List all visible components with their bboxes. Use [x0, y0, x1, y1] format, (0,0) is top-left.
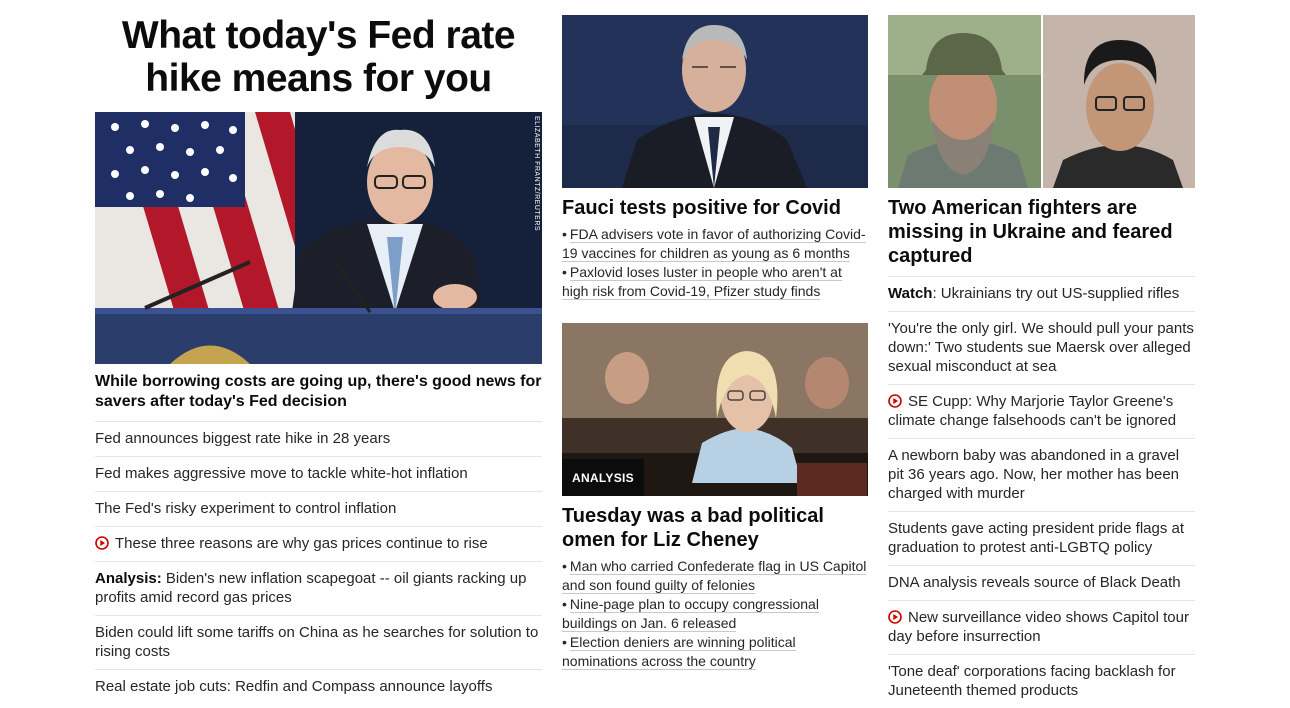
video-play-icon [888, 610, 902, 624]
list-item-link[interactable]: Real estate job cuts: Redfin and Compass… [95, 678, 492, 695]
cheney-related-links: • Man who carried Confederate flag in US … [562, 557, 868, 671]
bullet-dot: • [562, 596, 567, 612]
column-secondary-stories: Fauci tests positive for Covid • FDA advi… [562, 0, 868, 671]
list-item-link[interactable]: Biden could lift some tariffs on China a… [95, 624, 538, 660]
list-item[interactable]: SE Cupp: Why Marjorie Taylor Greene's cl… [888, 385, 1195, 439]
list-item-link[interactable]: New surveillance video shows Capitol tou… [888, 609, 1189, 645]
list-item-text: New surveillance video shows Capitol tou… [888, 609, 1189, 645]
list-item[interactable]: Biden could lift some tariffs on China a… [95, 616, 542, 670]
list-item-link[interactable]: Analysis: Biden's new inflation scapegoa… [95, 570, 526, 606]
hero-photo-image [95, 112, 542, 364]
bullet-dot: • [562, 264, 567, 280]
photo-credit: ELIZABETH FRANTZ/REUTERS [533, 116, 540, 232]
bullet-link[interactable]: Election deniers are winning political n… [562, 634, 796, 670]
fighters-photo[interactable] [888, 15, 1195, 188]
list-item-prefix: Analysis: [95, 570, 162, 587]
list-item[interactable]: 'You're the only girl. We should pull yo… [888, 312, 1195, 385]
list-item-link[interactable]: Students gave acting president pride fla… [888, 520, 1184, 556]
bullet-item[interactable]: • Election deniers are winning political … [562, 633, 868, 671]
list-item[interactable]: Analysis: Biden's new inflation scapegoa… [95, 562, 542, 616]
list-item-text: These three reasons are why gas prices c… [115, 535, 488, 552]
list-item[interactable]: Students gave acting president pride fla… [888, 512, 1195, 566]
list-item-text: : Ukrainians try out US-supplied rifles [932, 285, 1180, 302]
bullet-link[interactable]: Man who carried Confederate flag in US C… [562, 558, 867, 594]
list-item-link[interactable]: 'Tone deaf' corporations facing backlash… [888, 663, 1176, 699]
list-item[interactable]: A newborn baby was abandoned in a gravel… [888, 439, 1195, 512]
list-item-link[interactable]: A newborn baby was abandoned in a gravel… [888, 447, 1179, 502]
cheney-photo[interactable]: ANALYSIS [562, 323, 868, 496]
video-play-icon [95, 536, 109, 550]
bullet-link[interactable]: Nine-page plan to occupy congressional b… [562, 596, 819, 632]
list-item-prefix: Watch [888, 285, 933, 302]
list-item-link[interactable]: These three reasons are why gas prices c… [95, 535, 488, 552]
fauci-photo-image [562, 15, 868, 188]
list-item-link[interactable]: Fed announces biggest rate hike in 28 ye… [95, 430, 390, 447]
third-column-links: Watch: Ukrainians try out US-supplied ri… [888, 276, 1195, 708]
list-item[interactable]: New surveillance video shows Capitol tou… [888, 601, 1195, 655]
list-item-text: SE Cupp: Why Marjorie Taylor Greene's cl… [888, 393, 1177, 429]
main-headline-link[interactable]: What today's Fed rate hike means for you [122, 14, 516, 100]
list-item-link[interactable]: The Fed's risky experiment to control in… [95, 500, 396, 517]
list-item-link[interactable]: SE Cupp: Why Marjorie Taylor Greene's cl… [888, 393, 1176, 429]
fauci-photo[interactable] [562, 15, 868, 188]
list-item-link[interactable]: Fed makes aggressive move to tackle whit… [95, 465, 468, 482]
list-item[interactable]: Fed makes aggressive move to tackle whit… [95, 457, 542, 492]
bullet-item[interactable]: • Nine-page plan to occupy congressional … [562, 595, 868, 633]
bullet-dot: • [562, 634, 567, 650]
list-item[interactable]: 'Tone deaf' corporations facing backlash… [888, 655, 1195, 708]
list-item-link[interactable]: Watch: Ukrainians try out US-supplied ri… [888, 285, 1179, 302]
bullet-link[interactable]: Paxlovid loses luster in people who aren… [562, 264, 842, 300]
list-item[interactable]: DNA analysis reveals source of Black Dea… [888, 566, 1195, 601]
list-item-link[interactable]: 'You're the only girl. We should pull yo… [888, 320, 1194, 375]
bullet-item[interactable]: • Paxlovid loses luster in people who are… [562, 263, 868, 301]
list-item[interactable]: Real estate job cuts: Redfin and Compass… [95, 670, 542, 704]
list-item[interactable]: Watch: Ukrainians try out US-supplied ri… [888, 277, 1195, 312]
column-third-stories: Two American fighters are missing in Ukr… [888, 0, 1195, 708]
list-item[interactable]: These three reasons are why gas prices c… [95, 527, 542, 562]
hero-photo-powell[interactable]: ELIZABETH FRANTZ/REUTERS [95, 112, 542, 364]
analysis-badge: ANALYSIS [562, 459, 644, 496]
bullet-dot: • [562, 226, 567, 242]
cheney-headline[interactable]: Tuesday was a bad political omen for Liz… [562, 504, 868, 552]
bullet-item[interactable]: • FDA advisers vote in favor of authorizi… [562, 225, 868, 263]
hero-subtitle[interactable]: While borrowing costs are going up, ther… [95, 372, 542, 422]
fighters-headline[interactable]: Two American fighters are missing in Ukr… [888, 196, 1195, 268]
fighters-photo-image [888, 15, 1195, 188]
bullet-link[interactable]: FDA advisers vote in favor of authorizin… [562, 226, 866, 262]
bullet-dot: • [562, 558, 567, 574]
fauci-headline[interactable]: Fauci tests positive for Covid [562, 196, 868, 220]
list-item[interactable]: The Fed's risky experiment to control in… [95, 492, 542, 527]
bullet-item[interactable]: • Man who carried Confederate flag in US … [562, 557, 868, 595]
main-story-links: Fed announces biggest rate hike in 28 ye… [95, 422, 542, 704]
main-headline[interactable]: What today's Fed rate hike means for you [95, 14, 542, 100]
fauci-related-links: • FDA advisers vote in favor of authorizi… [562, 225, 868, 301]
list-item-link[interactable]: DNA analysis reveals source of Black Dea… [888, 574, 1181, 591]
column-main-story: What today's Fed rate hike means for you [95, 0, 542, 704]
list-item[interactable]: Fed announces biggest rate hike in 28 ye… [95, 422, 542, 457]
video-play-icon [888, 394, 902, 408]
